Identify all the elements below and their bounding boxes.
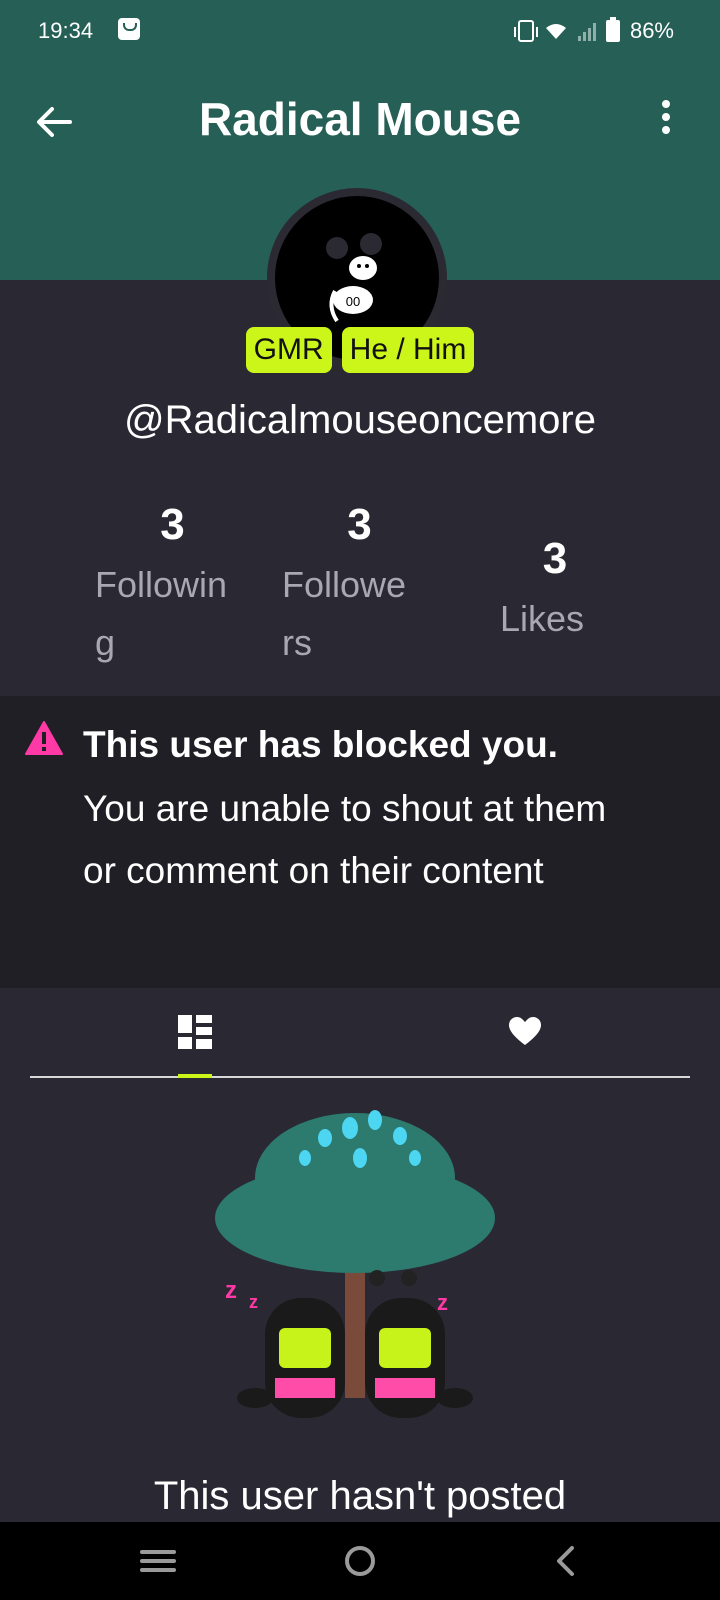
badge-pronouns: He / Him — [341, 327, 475, 373]
system-nav-bar — [0, 1522, 720, 1600]
recent-apps-icon[interactable] — [134, 1540, 182, 1582]
profile-stats: 3 Followin g 3 Followe rs 3 Likes — [0, 500, 720, 680]
wifi-icon — [544, 22, 568, 40]
blocked-title: This user has blocked you. — [83, 724, 558, 765]
back-icon[interactable] — [544, 1540, 592, 1582]
active-tab-indicator — [178, 1074, 212, 1078]
svg-text:00: 00 — [346, 294, 360, 309]
warning-icon — [25, 721, 63, 755]
sleeping-creatures-illustration: z z z — [215, 1110, 495, 1418]
page-title: Radical Mouse — [198, 93, 522, 145]
stat-likes-value: 3 — [542, 534, 568, 583]
signal-icon — [577, 21, 596, 41]
stat-followers-label: Followe rs — [282, 564, 407, 663]
home-icon[interactable] — [336, 1540, 384, 1582]
svg-text:z: z — [225, 1277, 237, 1304]
tab-posts[interactable] — [30, 988, 360, 1078]
stat-likes[interactable]: 3 Likes — [500, 534, 610, 648]
posts-grid-icon — [178, 1015, 212, 1049]
profile-badges: GMR He / Him — [0, 327, 720, 373]
heart-icon — [509, 1017, 541, 1045]
tab-likes[interactable] — [360, 988, 690, 1076]
shopping-bag-icon — [118, 18, 140, 40]
stat-following-label: Followin g — [95, 564, 228, 663]
stat-following[interactable]: 3 Followin g — [95, 500, 250, 672]
more-vertical-icon[interactable] — [656, 100, 676, 140]
battery-icon — [605, 17, 620, 42]
stat-followers[interactable]: 3 Followe rs — [282, 500, 437, 672]
stat-following-value: 3 — [160, 500, 185, 549]
content-tabs — [30, 988, 690, 1078]
stat-followers-value: 3 — [347, 500, 372, 549]
username: @Radicalmouseoncemore — [124, 398, 596, 442]
blocked-text: You are unable to shout at them or comme… — [83, 788, 607, 891]
vibrate-icon — [513, 20, 538, 42]
empty-state-text: This user hasn't posted — [153, 1474, 567, 1518]
svg-text:z: z — [437, 1290, 448, 1315]
stat-likes-label: Likes — [500, 598, 585, 639]
status-icons: 86% — [513, 17, 674, 44]
blocked-notice: This user has blocked you. You are unabl… — [0, 696, 720, 988]
status-time: 19:34 — [38, 18, 94, 43]
svg-text:z: z — [249, 1292, 258, 1312]
badge-gmr: GMR — [245, 327, 332, 373]
status-bar: 19:34 86% — [0, 0, 720, 64]
battery-percent: 86% — [629, 18, 674, 43]
